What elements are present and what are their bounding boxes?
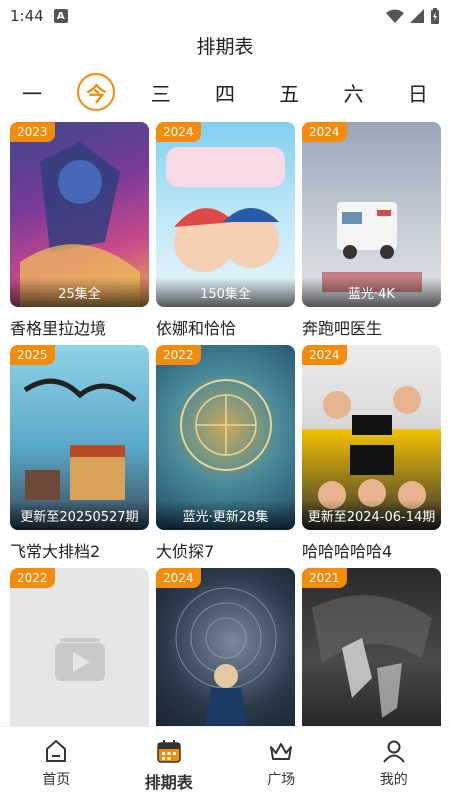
year-badge: 2022 [156,345,201,365]
poster-image[interactable]: 2024 蓝光·4K [302,122,441,307]
tab-label: 排期表 [144,773,193,792]
weekday-sun[interactable]: 日 [399,73,437,111]
user-icon [382,740,405,763]
tab-label: 首页 [42,772,71,788]
show-card[interactable]: 2025 更新至20250527期 飞常大排档2 [10,345,149,561]
tab-schedule[interactable]: 排期表 [129,737,209,793]
year-badge: 2021 [302,568,347,588]
show-title[interactable]: 大侦探7 [156,538,295,562]
tab-home[interactable]: 首页 [16,737,96,789]
battery-icon [431,8,439,24]
page-title: 排期表 [196,36,254,58]
year-badge: 2024 [156,122,201,142]
poster-image[interactable]: 2022 蓝光·更新28集 [156,345,295,530]
tab-label: 广场 [267,772,296,788]
show-card[interactable]: 2024 150集全 依娜和恰恰 [156,122,295,338]
weekday-wed[interactable]: 三 [142,73,180,111]
weekday-mon[interactable]: 一 [13,73,51,111]
tab-profile[interactable]: 我的 [354,737,434,789]
signal-icon [410,9,424,23]
tab-label: 我的 [379,772,408,788]
crown-icon [270,743,293,760]
show-title[interactable]: 哈哈哈哈哈4 [302,538,441,562]
episode-status: 更新至2024-06-14期 [307,510,436,525]
show-title[interactable]: 香格里拉边境 [10,315,149,339]
show-card[interactable]: 2024 蓝光·4K 奔跑吧医生 [302,122,441,338]
episode-status: 25集全 [58,287,101,302]
poster-image[interactable]: 2024 更新至2024-06-14期 [302,345,441,530]
show-grid: 2023 25集全 香格里拉边境 2024 150集全 依娜和恰恰 2024 蓝… [10,122,442,781]
weekday-sat[interactable]: 六 [335,73,373,111]
show-title[interactable]: 奔跑吧医生 [302,315,441,339]
status-time: 1:44 [10,7,44,25]
year-badge: 2024 [302,122,347,142]
bottom-tab-bar: 首页 排期表 广场 我的 [0,726,450,801]
weekday-today[interactable]: 今 [77,73,116,111]
home-icon [46,740,67,762]
episode-status: 蓝光·4K [348,287,395,302]
tab-square[interactable]: 广场 [241,737,321,789]
year-badge: 2025 [10,345,55,365]
wifi-icon [386,9,404,23]
show-title[interactable]: 依娜和恰恰 [156,315,295,339]
episode-status: 蓝光·更新28集 [182,510,269,525]
year-badge: 2022 [10,568,55,588]
status-bar: 1:44 A [0,0,450,32]
year-badge: 2024 [302,345,347,365]
episode-status: 更新至20250527期 [20,510,139,525]
a-icon: A [53,9,68,23]
poster-image[interactable]: 2023 25集全 [10,122,149,307]
poster-image[interactable]: 2024 150集全 [156,122,295,307]
poster-image[interactable]: 2025 更新至20250527期 [10,345,149,530]
show-title[interactable]: 飞常大排档2 [10,538,149,562]
weekday-fri[interactable]: 五 [270,73,308,111]
year-badge: 2024 [156,568,201,588]
episode-status: 150集全 [200,287,251,302]
weekday-thu[interactable]: 四 [206,73,244,111]
year-badge: 2023 [10,122,55,142]
show-card[interactable]: 2022 蓝光·更新28集 大侦探7 [156,345,295,561]
calendar-icon [157,740,181,763]
weekday-selector: 一 今 三 四 五 六 日 [0,72,450,112]
show-card[interactable]: 2024 更新至2024-06-14期 哈哈哈哈哈4 [302,345,441,561]
show-card[interactable]: 2023 25集全 香格里拉边境 [10,122,149,338]
